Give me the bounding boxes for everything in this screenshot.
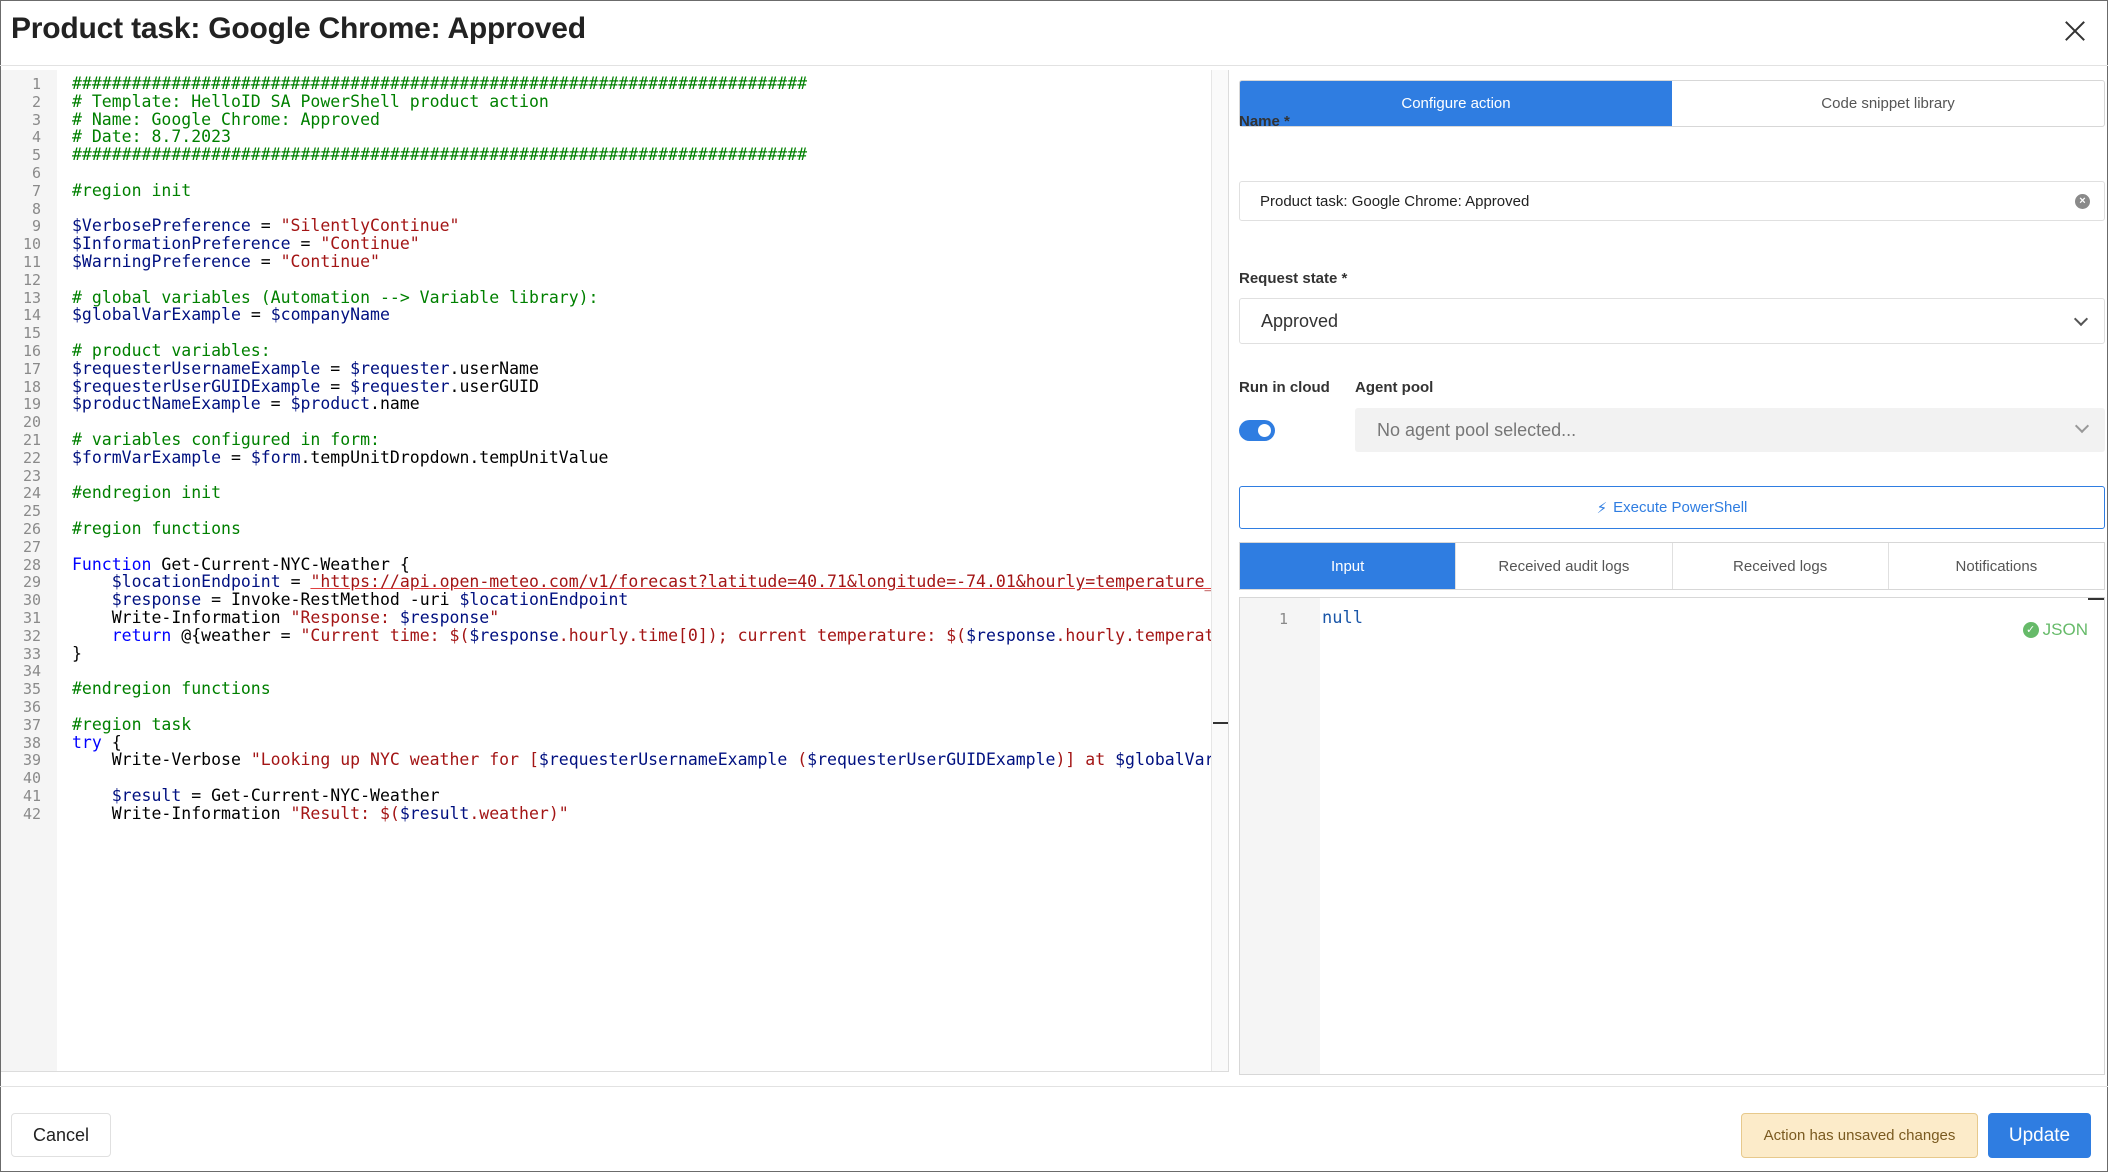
io-tabs: Input Received audit logs Received logs … <box>1239 542 2105 590</box>
agent-pool-label: Agent pool <box>1355 379 1434 396</box>
line-number: 42 <box>22 804 41 823</box>
input-editor-gutter <box>1240 598 1320 1074</box>
input-json-editor[interactable]: 1 null ✓ JSON <box>1239 597 2105 1075</box>
input-scroll-marker <box>2088 598 2104 600</box>
code-text: Write-Information "Result: $($result.wea… <box>72 803 569 823</box>
tab-code-snippet-library[interactable]: Code snippet library <box>1672 81 2104 126</box>
code-line[interactable]: 42 Write-Information "Result: $($result.… <box>1 802 1211 826</box>
agent-pool-placeholder: No agent pool selected... <box>1377 419 1577 440</box>
dialog-title: Product task: Google Chrome: Approved <box>11 12 586 45</box>
request-state-label: Request state * <box>1239 270 1348 287</box>
panel-tabs: Configure action Code snippet library <box>1239 80 2105 127</box>
tab-notifications[interactable]: Notifications <box>1889 543 2104 589</box>
agent-pool-select[interactable]: No agent pool selected... <box>1355 408 2105 452</box>
tab-input[interactable]: Input <box>1240 543 1457 589</box>
code-lines[interactable]: 1 #######################################… <box>1 70 1228 1071</box>
close-icon[interactable] <box>2060 16 2090 46</box>
cancel-button[interactable]: Cancel <box>11 1113 111 1157</box>
execute-powershell-label: Execute PowerShell <box>1613 499 1748 516</box>
editor-scrollbar[interactable] <box>1211 70 1228 1071</box>
input-line-number: 1 <box>1278 610 1288 628</box>
name-field[interactable]: Product task: Google Chrome: Approved × <box>1239 181 2105 221</box>
toggle-knob <box>1258 424 1271 437</box>
editor-scroll-marker <box>1213 722 1228 724</box>
chevron-down-icon <box>2074 418 2090 434</box>
dialog-header: Product task: Google Chrome: Approved <box>0 0 2108 66</box>
request-state-value: Approved <box>1261 310 1339 331</box>
tab-configure-action[interactable]: Configure action <box>1240 81 1672 126</box>
check-circle-icon: ✓ <box>2022 622 2039 638</box>
json-valid-badge: ✓ JSON <box>2022 620 2088 640</box>
request-state-select[interactable]: Approved <box>1239 298 2105 344</box>
execute-powershell-button[interactable]: ⚡︎ Execute PowerShell <box>1239 486 2105 529</box>
input-json-content[interactable]: null <box>1322 608 1363 628</box>
name-field-value: Product task: Google Chrome: Approved <box>1260 192 1530 210</box>
update-button[interactable]: Update <box>1988 1113 2091 1158</box>
unsaved-changes-badge: Action has unsaved changes <box>1741 1113 1978 1158</box>
chevron-down-icon <box>2073 311 2089 327</box>
json-badge-label: JSON <box>2042 620 2088 639</box>
code-editor[interactable]: 1 #######################################… <box>1 70 1229 1072</box>
lightning-icon: ⚡︎ <box>1596 499 1608 517</box>
clear-icon[interactable]: × <box>2075 194 2090 209</box>
tab-received-audit-logs[interactable]: Received audit logs <box>1456 543 1673 589</box>
run-in-cloud-toggle[interactable] <box>1239 420 1275 441</box>
dialog-footer: Cancel Action has unsaved changes Update <box>0 1086 2108 1172</box>
tab-received-logs[interactable]: Received logs <box>1673 543 1889 589</box>
run-in-cloud-label: Run in cloud <box>1239 379 1330 396</box>
name-label: Name * <box>1239 113 1290 130</box>
